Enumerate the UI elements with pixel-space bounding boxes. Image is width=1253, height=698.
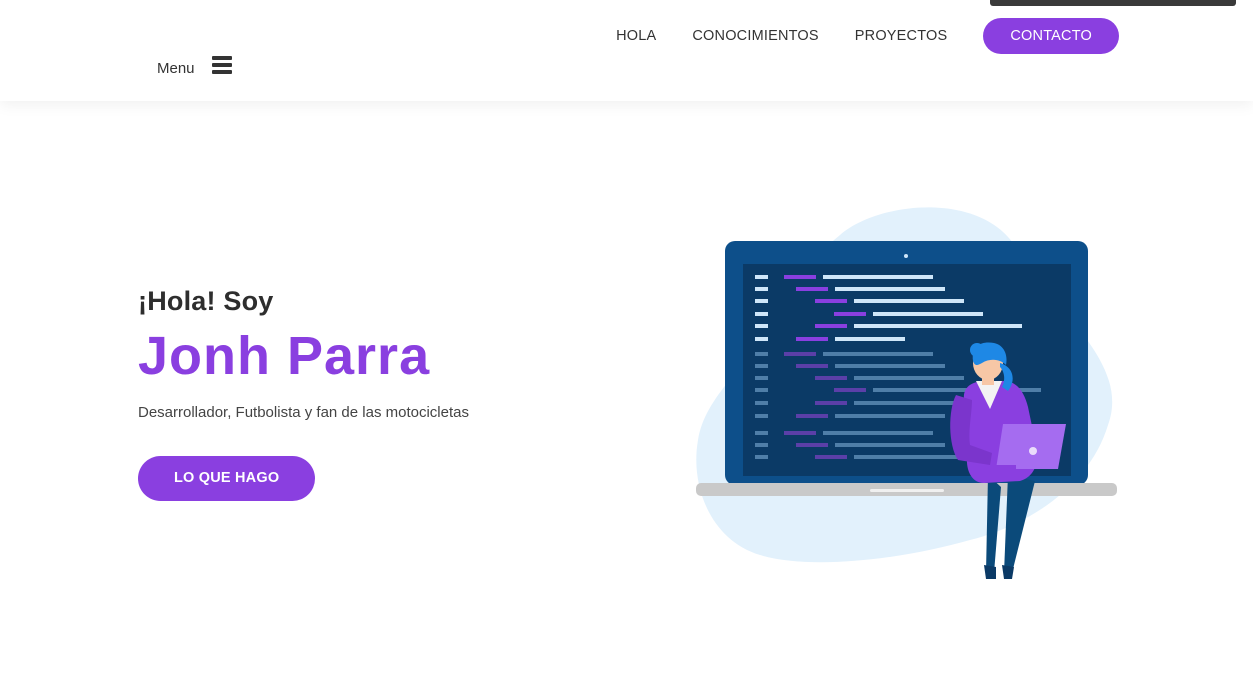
- hero-section: ¡Hola! Soy Jonh Parra Desarrollador, Fut…: [138, 286, 469, 502]
- nav-link-conocimientos[interactable]: CONOCIMIENTOS: [692, 18, 818, 54]
- menu-toggle-button[interactable]: Menu: [157, 52, 232, 77]
- hero-greeting: ¡Hola! Soy: [138, 286, 274, 316]
- hero-tagline: Desarrollador, Futbolista y fan de las m…: [138, 404, 469, 422]
- developer-laptop-illustration: [696, 207, 1117, 579]
- nav-link-hola[interactable]: HOLA: [616, 18, 656, 54]
- nav-link-proyectos[interactable]: PROYECTOS: [855, 18, 948, 54]
- site-header: Menu HOLA CONOCIMIENTOS PROYECTOS CONTAC…: [0, 0, 1253, 101]
- what-i-do-button[interactable]: LO QUE HAGO: [138, 456, 316, 502]
- hero-name: Jonh Parra: [138, 326, 431, 386]
- contact-button[interactable]: CONTACTO: [983, 18, 1119, 54]
- hamburger-icon[interactable]: [211, 55, 232, 75]
- menu-label: Menu: [157, 60, 195, 77]
- main-nav: HOLA CONOCIMIENTOS PROYECTOS CONTACTO: [616, 18, 1119, 54]
- top-dark-strip: [990, 0, 1236, 6]
